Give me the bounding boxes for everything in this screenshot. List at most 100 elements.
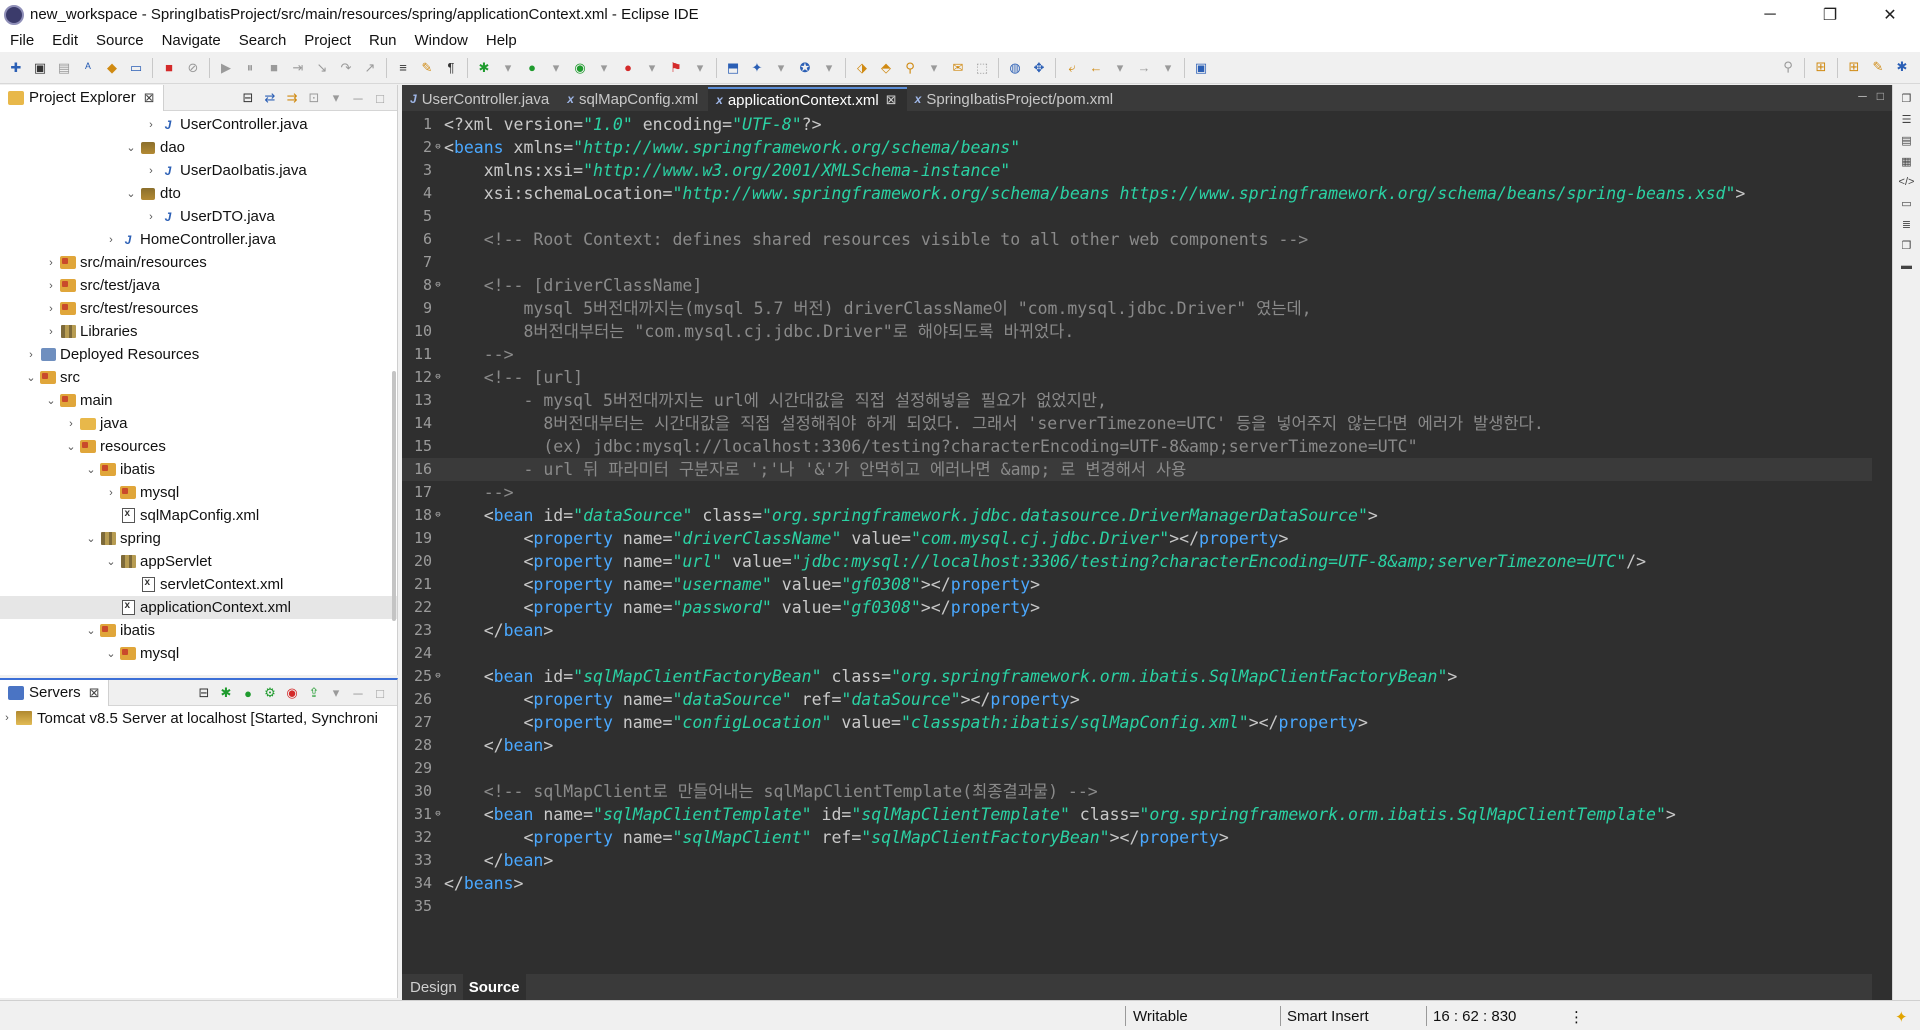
terminal-icon[interactable]: ▭ <box>127 59 145 77</box>
view-menu-icon[interactable]: ▾ <box>328 684 344 702</box>
close-icon[interactable]: ⊠ <box>144 90 155 106</box>
editor-tab[interactable]: J UserController.java <box>402 87 559 111</box>
code-line[interactable]: 17 --> <box>402 481 1872 504</box>
code-line[interactable]: 28 </bean> <box>402 734 1872 757</box>
code-line[interactable]: 15 (ex) jdbc:mysql://localhost:3306/test… <box>402 435 1872 458</box>
collapse-arrow-icon[interactable]: ⌄ <box>124 187 138 200</box>
minimize-view-icon[interactable]: ─ <box>350 89 366 107</box>
code-line[interactable]: 2 ⊖ <beans xmlns="http://www.springframewo… <box>402 136 1872 159</box>
code-line[interactable]: 11 --> <box>402 343 1872 366</box>
code-line[interactable]: 5 <box>402 205 1872 228</box>
task-list-icon[interactable]: ▤ <box>1898 132 1916 148</box>
code-line[interactable]: 33 </bean> <box>402 849 1872 872</box>
forward-dropdown-icon[interactable]: ▾ <box>1159 59 1177 77</box>
tree-item[interactable]: › mysql <box>0 481 397 504</box>
debug-dropdown-icon[interactable]: ▾ <box>499 59 517 77</box>
java-perspective-icon[interactable]: ✎ <box>1869 58 1887 76</box>
code-line[interactable]: 6 <!-- Root Context: defines shared reso… <box>402 228 1872 251</box>
expand-arrow-icon[interactable]: › <box>144 165 158 177</box>
new-class-dropdown-icon[interactable]: ▾ <box>820 59 838 77</box>
tree-item[interactable]: ⌄ src <box>0 366 397 389</box>
save-icon[interactable]: ▣ <box>31 59 49 77</box>
pin-editor-icon[interactable]: ✥ <box>1030 59 1048 77</box>
web-browser-icon[interactable]: ◍ <box>1006 59 1024 77</box>
debug-perspective-icon[interactable]: ✱ <box>1893 58 1911 76</box>
expand-arrow-icon[interactable]: › <box>144 211 158 223</box>
tree-item[interactable]: ⌄ spring <box>0 527 397 550</box>
expand-arrow-icon[interactable]: › <box>0 712 14 724</box>
focus-icon[interactable]: ⊡ <box>306 89 322 107</box>
status-more-icon[interactable]: ⋮ <box>1569 1008 1584 1026</box>
terminal-icon[interactable]: ▬ <box>1898 258 1916 274</box>
server-icon[interactable]: ⚑ <box>667 59 685 77</box>
collapse-arrow-icon[interactable]: ⌄ <box>84 532 98 545</box>
lightbulb-icon[interactable]: ✦ <box>1895 1008 1908 1026</box>
menu-search[interactable]: Search <box>233 32 299 49</box>
restore-icon[interactable]: ❐ <box>1898 90 1916 106</box>
fold-icon[interactable]: ⊖ <box>433 504 443 527</box>
code-editor[interactable]: 1 <?xml version="1.0" encoding="UTF-8"?> 2… <box>402 113 1872 973</box>
collapse-all-icon[interactable]: ⊟ <box>240 89 256 107</box>
new-package-icon[interactable]: ✦ <box>748 59 766 77</box>
step-return-icon[interactable]: ↗ <box>361 59 379 77</box>
menu-run[interactable]: Run <box>363 32 409 49</box>
tree-item[interactable]: sqlMapConfig.xml <box>0 504 397 527</box>
problems-icon[interactable]: ≣ <box>1898 216 1916 232</box>
code-line[interactable]: 1 <?xml version="1.0" encoding="UTF-8"?> <box>402 113 1872 136</box>
tree-item[interactable]: › J UserDTO.java <box>0 205 397 228</box>
close-button[interactable]: ✕ <box>1860 0 1920 29</box>
status-insert-mode[interactable]: Smart Insert <box>1287 1008 1369 1025</box>
source-icon[interactable]: </> <box>1898 174 1916 190</box>
server-row-tomcat[interactable]: › Tomcat v8.5 Server at localhost [Start… <box>0 706 397 730</box>
last-edit-location-icon[interactable]: ⤶ <box>1063 59 1081 77</box>
editor-minmax-controls[interactable]: ─ □ <box>1858 89 1884 103</box>
start-server-icon[interactable]: ● <box>240 684 256 702</box>
fold-icon[interactable]: ⊖ <box>433 366 443 389</box>
collapse-arrow-icon[interactable]: ⌄ <box>104 555 118 568</box>
code-line[interactable]: 3 xmlns:xsi="http://www.w3.org/2001/XMLS… <box>402 159 1872 182</box>
coverage-icon[interactable]: ◉ <box>571 59 589 77</box>
tree-item[interactable]: › src/main/resources <box>0 251 397 274</box>
publish-icon[interactable]: ⇪ <box>306 684 322 702</box>
toggle-breadcrumb-icon[interactable]: ⬚ <box>973 59 991 77</box>
editor-tab[interactable]: x sqlMapConfig.xml <box>559 87 708 111</box>
suspend-icon[interactable]: ⏸ <box>241 59 259 77</box>
forward-icon[interactable]: → <box>1135 59 1153 77</box>
profile-server-icon[interactable]: ⚙ <box>262 684 278 702</box>
code-line[interactable]: 25 ⊖ <bean id="sqlMapClientFactoryBean" c… <box>402 665 1872 688</box>
fold-icon[interactable]: ⊖ <box>433 274 443 297</box>
expand-arrow-icon[interactable]: › <box>104 234 118 246</box>
terminate-icon[interactable]: ■ <box>265 59 283 77</box>
resume-icon[interactable]: ▶ <box>217 59 235 77</box>
code-line[interactable]: 22 <property name="password" value="gf03… <box>402 596 1872 619</box>
save-all-icon[interactable]: ▤ <box>55 59 73 77</box>
expand-arrow-icon[interactable]: › <box>64 418 78 430</box>
expand-arrow-icon[interactable]: › <box>24 349 38 361</box>
tree-item[interactable]: › src/test/java <box>0 274 397 297</box>
filter-icon[interactable]: ⇉ <box>284 89 300 107</box>
search-icon[interactable]: ⚲ <box>901 59 919 77</box>
code-line[interactable]: 20 <property name="url" value="jdbc:mysq… <box>402 550 1872 573</box>
mark-occurrences-icon[interactable]: ✎ <box>418 59 436 77</box>
code-line[interactable]: 27 <property name="configLocation" value… <box>402 711 1872 734</box>
open-resource-icon[interactable]: ✉ <box>949 59 967 77</box>
tree-item[interactable]: › Deployed Resources <box>0 343 397 366</box>
collapse-arrow-icon[interactable]: ⌄ <box>24 371 38 384</box>
code-line[interactable]: 24 <box>402 642 1872 665</box>
tree-item[interactable]: ⌄ mysql <box>0 642 397 665</box>
code-line[interactable]: 23 </bean> <box>402 619 1872 642</box>
tree-item[interactable]: applicationContext.xml <box>0 596 397 619</box>
code-line[interactable]: 32 <property name="sqlMapClient" ref="sq… <box>402 826 1872 849</box>
tree-item[interactable]: ⌄ ibatis <box>0 619 397 642</box>
collapse-arrow-icon[interactable]: ⌄ <box>84 624 98 637</box>
open-type-hierarchy-icon[interactable]: ⬗ <box>853 59 871 77</box>
step-into-icon[interactable]: ↘ <box>313 59 331 77</box>
editor-tab[interactable]: x SpringIbatisProject/pom.xml <box>907 87 1123 111</box>
disconnect-icon[interactable]: ⇥ <box>289 59 307 77</box>
debug-icon[interactable]: ✱ <box>475 59 493 77</box>
code-line[interactable]: 18 ⊖ <bean id="dataSource" class="org.spr… <box>402 504 1872 527</box>
fold-icon[interactable]: ⊖ <box>433 136 443 159</box>
code-line[interactable]: 16 - url 뒤 파라미터 구분자로 ';'나 '&'가 안먹히고 에러나면… <box>402 458 1872 481</box>
java-ee-perspective-icon[interactable]: ⊞ <box>1845 58 1863 76</box>
back-dropdown-icon[interactable]: ▾ <box>1111 59 1129 77</box>
